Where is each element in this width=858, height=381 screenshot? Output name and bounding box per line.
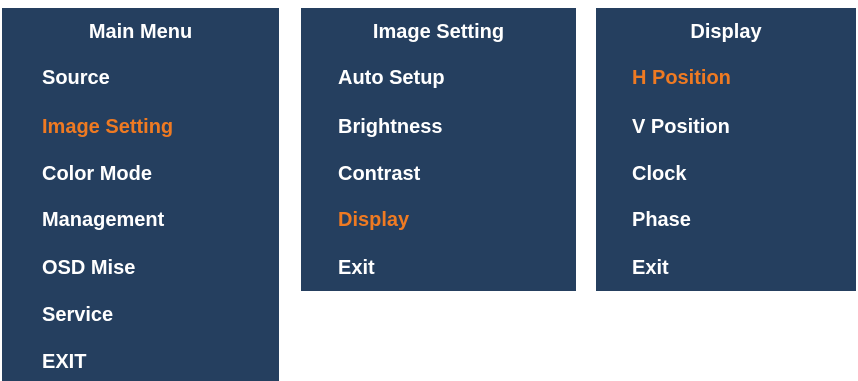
menu-item-clock[interactable]: Clock bbox=[632, 162, 686, 186]
menu-item-brightness[interactable]: Brightness bbox=[338, 115, 442, 139]
menu-item-image-setting[interactable]: Image Setting bbox=[42, 115, 173, 139]
menu-item-v-position[interactable]: V Position bbox=[632, 115, 730, 139]
menu-item-display[interactable]: Display bbox=[338, 208, 409, 232]
menu-item-source[interactable]: Source bbox=[42, 66, 110, 90]
menu-item-service[interactable]: Service bbox=[42, 303, 113, 327]
menu-item-h-position[interactable]: H Position bbox=[632, 66, 731, 90]
image-setting-title: Image Setting bbox=[372, 21, 505, 43]
menu-item-management[interactable]: Management bbox=[42, 208, 164, 232]
menu-item-phase[interactable]: Phase bbox=[632, 208, 691, 232]
image-setting-panel: Image Setting Auto Setup Brightness Cont… bbox=[301, 8, 576, 291]
menu-item-auto-setup[interactable]: Auto Setup bbox=[338, 66, 445, 90]
menu-item-contrast[interactable]: Contrast bbox=[338, 162, 420, 186]
menu-item-exit[interactable]: EXIT bbox=[42, 350, 86, 374]
main-menu-panel: Main Menu Source Image Setting Color Mod… bbox=[2, 8, 279, 381]
menu-item-osd-mise[interactable]: OSD Mise bbox=[42, 256, 135, 280]
display-panel: Display H Position V Position Clock Phas… bbox=[596, 8, 856, 291]
menu-item-color-mode[interactable]: Color Mode bbox=[42, 162, 152, 186]
display-title: Display bbox=[690, 21, 762, 43]
main-menu-title: Main Menu bbox=[88, 21, 193, 43]
menu-item-image-setting-exit[interactable]: Exit bbox=[338, 256, 375, 280]
menu-item-display-exit[interactable]: Exit bbox=[632, 256, 669, 280]
